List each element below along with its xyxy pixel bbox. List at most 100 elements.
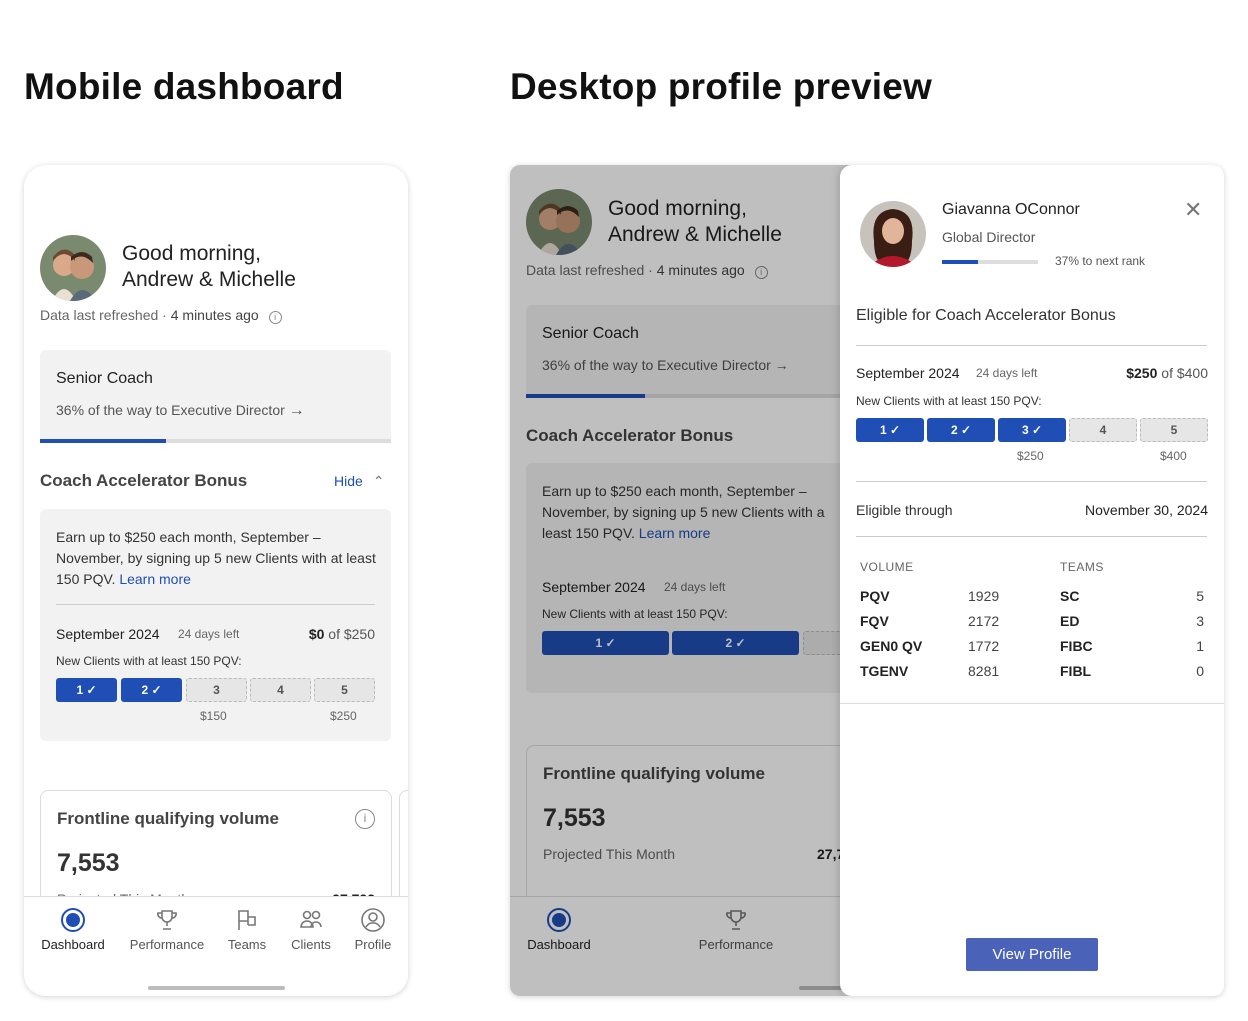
next-card-peek[interactable]	[399, 790, 408, 910]
profile-preview-panel: Giavanna OConnor Global Director 37% to …	[840, 165, 1224, 996]
nav-dashboard-label: Dashboard	[41, 937, 105, 952]
divider	[856, 345, 1207, 346]
desktop-heading: Desktop profile preview	[510, 66, 932, 107]
bonus-section-title: Coach Accelerator Bonus	[40, 471, 248, 490]
teams-table: SC 5 ED 3 FIBC 1 FIBL 0	[1060, 588, 1204, 688]
divider	[856, 481, 1207, 482]
rank-card[interactable]: Senior Coach 36% of the way to Executive…	[40, 350, 391, 443]
rank-progress-label: 36% of the way to Executive Director	[56, 402, 285, 418]
client-slot-1: 1 ✓	[56, 678, 117, 702]
nav-performance[interactable]: Performance	[124, 907, 210, 952]
rank-progress-text: 36% of the way to Executive Director →	[56, 402, 305, 420]
teams-row: FIBC 1	[1060, 638, 1204, 663]
close-icon[interactable]: ✕	[1184, 197, 1202, 223]
nav-clients[interactable]: Clients	[286, 907, 336, 952]
nav-dashboard[interactable]: Dashboard	[34, 907, 112, 952]
bonus-desc-text: Earn up to $250 each month, September – …	[56, 529, 376, 587]
desktop-screen: Good morning, Andrew & Michelle Data las…	[510, 165, 1224, 996]
volume-table: PQV 1929 FQV 2172 GEN0 QV 1772 TGENV 8281	[860, 588, 1004, 688]
rank-progress-fill	[40, 439, 167, 443]
refresh-prefix: Data last refreshed ·	[40, 307, 167, 323]
rank-title: Senior Coach	[56, 370, 153, 387]
volume-label: PQV	[860, 588, 890, 604]
home-indicator	[148, 986, 285, 990]
bonus-description: Earn up to $250 each month, September – …	[56, 527, 376, 590]
divider	[56, 604, 375, 605]
teams-row: SC 5	[1060, 588, 1204, 613]
profile-rank: Global Director	[942, 229, 1036, 245]
client-slot-3: 3	[186, 678, 247, 702]
profile-icon	[361, 908, 385, 932]
volume-row: PQV 1929	[860, 588, 1004, 613]
teams-value: 1	[1196, 638, 1204, 654]
days-left: 24 days left	[178, 627, 240, 641]
profile-clients-label: New Clients with at least 150 PQV:	[856, 394, 1042, 408]
bonus-amount: $0 of $250	[309, 626, 375, 642]
volume-header: VOLUME	[860, 560, 914, 574]
profile-slot-5: 5	[1140, 418, 1208, 442]
teams-value: 3	[1196, 613, 1204, 629]
volume-label: GEN0 QV	[860, 638, 923, 654]
bonus-month: September 2024	[56, 626, 160, 642]
profile-tier-2: $400	[1160, 449, 1187, 463]
mobile-screen: Good morning, Andrew & Michelle Data las…	[24, 165, 408, 996]
user-avatar[interactable]	[40, 235, 106, 301]
clients-icon	[300, 910, 322, 928]
info-icon[interactable]: i	[355, 809, 375, 829]
hide-toggle[interactable]: Hide ⌃	[334, 473, 384, 490]
divider	[856, 536, 1207, 537]
client-slot-5: 5	[314, 678, 375, 702]
volume-row: FQV 2172	[860, 613, 1004, 638]
teams-row: FIBL 0	[1060, 663, 1204, 688]
volume-row: TGENV 8281	[860, 663, 1004, 688]
dashboard-icon	[61, 908, 85, 932]
chevron-up-icon: ⌃	[372, 473, 385, 489]
refresh-time: 4 minutes ago	[170, 307, 259, 323]
teams-header: TEAMS	[1060, 560, 1104, 574]
profile-slot-3: 3 ✓	[998, 418, 1066, 442]
teams-value: 5	[1196, 588, 1204, 604]
teams-value: 0	[1196, 663, 1204, 679]
hide-label: Hide	[334, 473, 363, 489]
greeting: Good morning, Andrew & Michelle	[122, 241, 296, 293]
volume-label: TGENV	[860, 663, 909, 679]
teams-label: ED	[1060, 613, 1080, 629]
learn-more-link[interactable]: Learn more	[119, 571, 191, 587]
view-profile-button[interactable]: View Profile	[966, 938, 1098, 971]
tier-1-amount: $150	[200, 709, 227, 723]
bonus-card: Earn up to $250 each month, September – …	[40, 509, 391, 741]
info-icon[interactable]: i	[268, 311, 282, 324]
bonus-amount-current: $0	[308, 626, 325, 642]
volume-card[interactable]: Frontline qualifying volume i 7,553 Proj…	[40, 790, 392, 910]
profile-bonus-amount: $250 of $400	[1126, 365, 1208, 381]
volume-value: 1772	[968, 638, 1000, 654]
teams-row: ED 3	[1060, 613, 1204, 638]
eligible-through-value: November 30, 2024	[1085, 502, 1208, 518]
mobile-heading: Mobile dashboard	[24, 66, 344, 107]
volume-row: GEN0 QV 1772	[860, 638, 1004, 663]
teams-label: FIBC	[1060, 638, 1093, 654]
profile-rank-progress-bar	[942, 260, 1038, 264]
nav-teams[interactable]: Teams	[220, 907, 274, 952]
nav-teams-label: Teams	[227, 937, 267, 952]
nav-profile[interactable]: Profile	[350, 907, 396, 952]
trophy-icon	[157, 910, 177, 930]
profile-name: Giavanna OConnor	[942, 201, 1080, 218]
profile-rank-progress-fill	[942, 260, 978, 264]
arrow-right-icon: →	[288, 402, 305, 419]
profile-amount-current: $250	[1126, 365, 1158, 381]
bottom-nav: Dashboard Performance Teams Clients Prof…	[24, 896, 408, 996]
nav-performance-label: Performance	[129, 937, 205, 952]
volume-card-title: Frontline qualifying volume	[57, 809, 279, 828]
greeting-names: Andrew & Michelle	[122, 268, 296, 291]
teams-label: FIBL	[1060, 663, 1092, 679]
refresh-status: Data last refreshed · 4 minutes ago i	[40, 307, 282, 324]
volume-value: 1929	[968, 588, 1000, 604]
volume-label: FQV	[860, 613, 889, 629]
tier-2-amount: $250	[330, 709, 357, 723]
volume-value: 8281	[968, 663, 1000, 679]
volume-value: 2172	[968, 613, 1000, 629]
client-slot-2: 2 ✓	[121, 678, 182, 702]
profile-avatar	[860, 201, 926, 267]
teams-icon	[238, 910, 256, 930]
